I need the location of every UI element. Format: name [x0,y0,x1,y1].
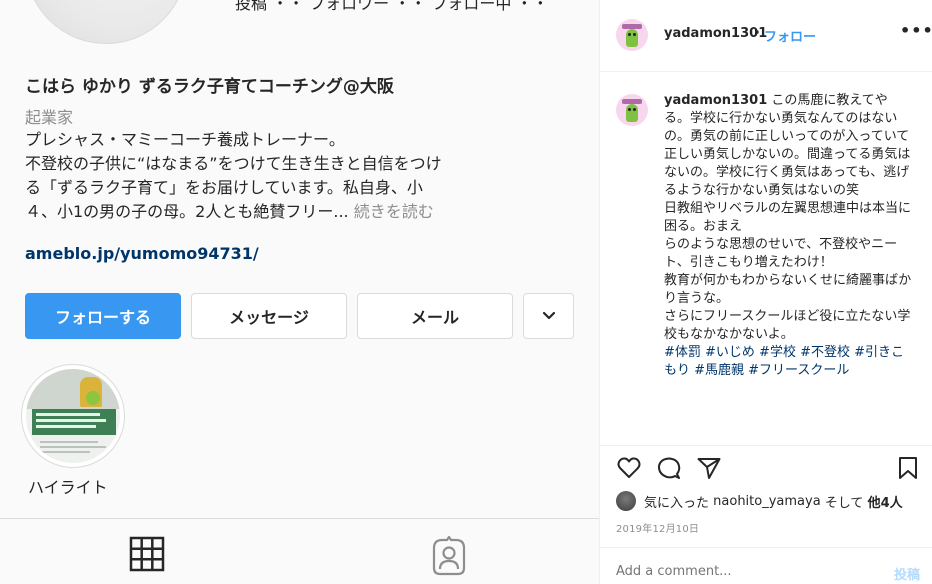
caption-line: 教育が何かもわからないくせに綺麗事ばかり言うな。 [664,273,912,306]
bio-line: 不登校の子供に“はなまる”をつけて生き生きと自信をつけ [25,154,442,173]
share-icon[interactable] [696,455,722,481]
profile-category: 起業家 [25,108,74,127]
liker-avatar[interactable] [616,491,636,511]
post-sidebar: yadamon1301 • フォロー ••• yadamon1301 この馬鹿に… [599,0,932,584]
mail-button[interactable]: メール [357,293,513,339]
post-comment-button[interactable]: 投稿 [894,564,920,583]
bookmark-icon[interactable] [896,455,920,481]
caption-author-avatar[interactable] [616,94,648,126]
post-header: yadamon1301 • フォロー ••• [600,0,932,72]
tab-divider [0,518,599,519]
comment-input[interactable] [616,564,856,579]
profile-website-link[interactable]: ameblo.jp/yumomo94731/ [25,244,259,263]
post-caption: yadamon1301 この馬鹿に教えてやる。学校に行かない勇気なんてのはないの… [664,92,912,380]
bio-line-last: ４、小1の男の子の母。2人とも絶賛フリー... 続きを読む [25,200,573,224]
comment-icon[interactable] [656,455,682,481]
grid-icon[interactable] [129,536,165,572]
bio-line: ４、小1の男の子の母。2人とも絶賛フリー... [25,202,349,221]
caption-line: さらにフリースクールほど役に立たない学校もなかなかないよ。 [664,309,911,342]
more-options-button[interactable] [523,293,574,339]
message-button[interactable]: メッセージ [191,293,347,339]
profile-panel: 投稿 ・・ フォロワー ・・ フォロー中 ・・ こはら ゆかり ずるラク子育てコ… [0,0,599,584]
bio-line: プレシャス・マミーコーチ養成トレーナー。 [25,130,345,149]
actions-divider [600,445,932,446]
likes-prefix: 気に入った [644,495,710,511]
header-separator: • [753,26,761,41]
profile-stats: 投稿 ・・ フォロワー ・・ フォロー中 ・・ [235,0,549,13]
likes-others-link[interactable]: 他4人 [868,492,903,511]
profile-name: こはら ゆかり ずるラク子育てコーチング@大阪 [25,77,394,97]
more-options-icon[interactable]: ••• [900,21,932,40]
caption-username[interactable]: yadamon1301 [664,93,767,108]
author-username[interactable]: yadamon1301 [664,26,767,41]
follow-button[interactable]: フォローする [25,293,181,339]
liker-username[interactable]: naohito_yamaya [713,494,821,509]
story-highlight[interactable] [21,364,125,468]
caption-line: 日教組やリベラルの左翼思想連中は本当に困る。おまえ [664,201,912,234]
caption-hashtags[interactable]: #体罰 #いじめ #学校 #不登校 #引きこもり #馬鹿親 #フリースクール [664,344,912,380]
tagged-icon[interactable] [430,536,468,576]
bio-line: る「ずるラク子育て」をお届けしています。私自身、小 [25,178,423,197]
highlight-cover-image [26,369,120,463]
heart-icon[interactable] [616,455,642,481]
chevron-down-icon [542,311,555,320]
post-date[interactable]: 2019年12月10日 [616,520,699,535]
comment-divider [600,547,932,548]
author-avatar[interactable] [616,19,648,51]
header-follow-button[interactable]: フォロー [764,26,816,45]
caption-line: らのような思想のせいで、不登校やニート、引きこもり増えたわけ！ [664,237,898,270]
bio-more-link[interactable]: 続きを読む [354,202,434,221]
highlight-label: ハイライト [28,478,108,497]
likes-summary: 気に入った naohito_yamaya そして 他4人 [616,491,903,511]
caption-line: この馬鹿に教えてやる。学校に行かない勇気なんてのはないの。勇気の前に正しいっての… [664,93,911,198]
caption-line-first: yadamon1301 この馬鹿に教えてやる。学校に行かない勇気なんてのはないの… [664,92,912,200]
profile-bio: プレシャス・マミーコーチ養成トレーナー。 不登校の子供に“はなまる”をつけて生き… [25,128,573,224]
likes-middle: そして [824,495,864,511]
profile-avatar[interactable] [25,0,187,44]
